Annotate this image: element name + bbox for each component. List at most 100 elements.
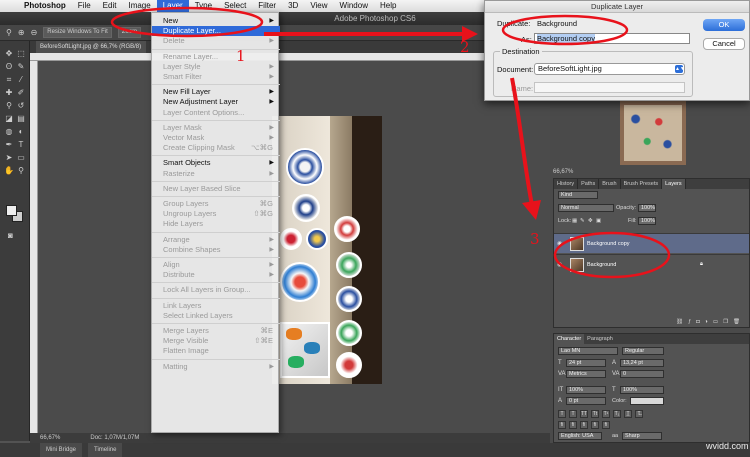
ordinals-icon[interactable]: ﬁ bbox=[591, 421, 599, 429]
menu-edit[interactable]: Edit bbox=[97, 0, 123, 12]
tab-paragraph[interactable]: Paragraph bbox=[584, 334, 616, 344]
shape-tool-icon[interactable]: ▭ bbox=[16, 153, 26, 162]
zoom-all-button[interactable]: Zoom bbox=[117, 27, 142, 38]
menu-item-duplicate-layer[interactable]: Duplicate Layer... bbox=[152, 26, 280, 37]
tab-history[interactable]: History bbox=[554, 179, 579, 189]
menu-window[interactable]: Window bbox=[334, 0, 374, 12]
document-select[interactable]: BeforeSoftLight.jpg ▲▼ bbox=[534, 63, 685, 75]
zoom-out-icon[interactable]: ⊖ bbox=[31, 28, 38, 37]
font-family-select[interactable]: Lao MN bbox=[558, 347, 618, 355]
new-layer-icon[interactable]: ❐ bbox=[723, 319, 733, 325]
type-tool-icon[interactable]: T bbox=[16, 140, 26, 149]
fx-icon[interactable]: ƒ bbox=[688, 319, 696, 325]
dodge-tool-icon[interactable]: ◐ bbox=[16, 127, 26, 136]
fractions-icon[interactable]: ﬁ bbox=[602, 421, 610, 429]
zoom-in-icon[interactable]: ⊕ bbox=[18, 28, 25, 37]
menu-item-new-fill-layer[interactable]: New Fill Layer ▶ bbox=[152, 87, 280, 97]
menu-item-new[interactable]: New ▶ bbox=[152, 16, 280, 26]
lasso-tool-icon[interactable]: ʘ bbox=[4, 62, 14, 71]
history-brush-icon[interactable]: ↺ bbox=[16, 101, 26, 110]
name-input[interactable] bbox=[534, 82, 685, 93]
menu-item-smart-objects[interactable]: Smart Objects ▶ bbox=[152, 158, 280, 168]
menu-file[interactable]: File bbox=[72, 0, 97, 12]
zoom-tool-icon[interactable]: ⚲ bbox=[16, 166, 26, 175]
anti-alias-select[interactable]: Sharp bbox=[622, 432, 662, 440]
font-style-select[interactable]: Regular bbox=[622, 347, 664, 355]
bold-text-icon[interactable]: T bbox=[558, 410, 566, 418]
navigator-thumbnail[interactable] bbox=[620, 101, 686, 165]
visibility-eye-icon[interactable]: ◉ bbox=[557, 261, 562, 268]
menu-3d[interactable]: 3D bbox=[282, 0, 304, 12]
menu-layer[interactable]: Layer bbox=[156, 0, 189, 12]
new-group-icon[interactable]: ▭ bbox=[713, 319, 723, 325]
lock-position-icon[interactable]: ✥ bbox=[588, 218, 593, 224]
leading-field[interactable]: 13,24 pt bbox=[620, 359, 664, 367]
layer-name[interactable]: Background copy bbox=[587, 241, 630, 247]
move-tool-icon[interactable]: ✥ bbox=[4, 49, 14, 58]
zoom-tool-icon[interactable]: ⚲ bbox=[6, 28, 12, 37]
tab-timeline[interactable]: Timeline bbox=[88, 443, 123, 457]
layer-row-background[interactable]: ◉ Background 🔒︎ bbox=[554, 254, 749, 274]
path-select-icon[interactable]: ➤ bbox=[4, 153, 14, 162]
menu-item-new-adjustment-layer[interactable]: New Adjustment Layer ▶ bbox=[152, 97, 280, 107]
italic-text-icon[interactable]: T bbox=[569, 410, 577, 418]
eyedropper-icon[interactable]: ⁄ bbox=[16, 75, 26, 84]
healing-brush-icon[interactable]: ✚ bbox=[4, 88, 14, 97]
all-caps-icon[interactable]: TT bbox=[580, 410, 588, 418]
vertical-scale-field[interactable]: 100% bbox=[566, 386, 606, 394]
as-name-input[interactable]: Background copy bbox=[534, 33, 690, 44]
ok-button[interactable]: OK bbox=[703, 19, 745, 31]
add-mask-icon[interactable]: ◘ bbox=[696, 319, 704, 325]
lock-transparent-icon[interactable]: ▦ bbox=[572, 218, 577, 224]
menu-select[interactable]: Select bbox=[218, 0, 252, 12]
quick-mask-icon[interactable]: ◙ bbox=[8, 231, 13, 240]
lock-image-icon[interactable]: ✎ bbox=[580, 218, 585, 224]
tab-paths[interactable]: Paths bbox=[578, 179, 600, 189]
blend-mode-select[interactable]: Normal bbox=[558, 204, 614, 212]
text-color-swatch[interactable] bbox=[630, 397, 664, 405]
blur-tool-icon[interactable]: ◍ bbox=[4, 127, 14, 136]
resize-windows-checkbox[interactable]: Resize Windows To Fit bbox=[43, 27, 112, 38]
status-zoom[interactable]: 66,67% bbox=[40, 433, 60, 443]
menu-photoshop[interactable]: Photoshop bbox=[18, 0, 72, 12]
brush-tool-icon[interactable]: ✐ bbox=[16, 88, 26, 97]
pen-tool-icon[interactable]: ✒ bbox=[4, 140, 14, 149]
kerning-field[interactable]: Metrics bbox=[566, 370, 606, 378]
menu-type[interactable]: Type bbox=[189, 0, 218, 12]
font-size-field[interactable]: 24 pt bbox=[566, 359, 606, 367]
subscript-icon[interactable]: T₁ bbox=[613, 410, 621, 418]
layer-kind-filter[interactable]: Kind bbox=[558, 191, 598, 199]
clone-stamp-icon[interactable]: ⚲ bbox=[4, 101, 14, 110]
menu-view[interactable]: View bbox=[304, 0, 333, 12]
marquee-tool-icon[interactable]: ⬚ bbox=[16, 49, 26, 58]
small-caps-icon[interactable]: Tt bbox=[591, 410, 599, 418]
opacity-field[interactable]: 100% bbox=[638, 204, 656, 212]
adjustment-icon[interactable]: ◑ bbox=[705, 319, 713, 325]
eraser-tool-icon[interactable]: ◪ bbox=[4, 114, 14, 123]
document-tab[interactable]: BeforeSoftLight.jpg @ 66,7% (RGB/8) bbox=[36, 41, 146, 53]
cancel-button[interactable]: Cancel bbox=[703, 38, 745, 50]
visibility-eye-icon[interactable]: ◉ bbox=[557, 240, 562, 247]
link-layers-icon[interactable]: ⛓ bbox=[676, 319, 688, 325]
hand-tool-icon[interactable]: ✋ bbox=[4, 166, 14, 175]
superscript-icon[interactable]: T¹ bbox=[602, 410, 610, 418]
fill-field[interactable]: 100% bbox=[638, 217, 656, 225]
tab-character[interactable]: Character bbox=[554, 334, 585, 344]
lock-all-icon[interactable]: ▣ bbox=[596, 218, 601, 224]
baseline-shift-field[interactable]: 0 pt bbox=[566, 397, 606, 405]
language-select[interactable]: English: USA bbox=[558, 432, 602, 440]
quick-select-icon[interactable]: ✎ bbox=[16, 62, 26, 71]
tab-mini-bridge[interactable]: Mini Bridge bbox=[40, 443, 83, 457]
navigator-zoom[interactable]: 66,67% bbox=[553, 169, 573, 175]
swash-icon[interactable]: ﬁ bbox=[580, 421, 588, 429]
menu-help[interactable]: Help bbox=[374, 0, 402, 12]
tracking-field[interactable]: 0 bbox=[620, 370, 664, 378]
discretionary-icon[interactable]: ﬁ bbox=[569, 421, 577, 429]
tab-layers[interactable]: Layers bbox=[662, 179, 686, 189]
foreground-color-swatch[interactable] bbox=[6, 205, 17, 216]
ligatures-icon[interactable]: ﬁ bbox=[558, 421, 566, 429]
tab-brush[interactable]: Brush bbox=[599, 179, 621, 189]
tab-brush-presets[interactable]: Brush Presets bbox=[621, 179, 663, 189]
crop-tool-icon[interactable]: ⌗ bbox=[4, 75, 14, 84]
trash-icon[interactable]: 🗑︎ bbox=[733, 319, 745, 325]
